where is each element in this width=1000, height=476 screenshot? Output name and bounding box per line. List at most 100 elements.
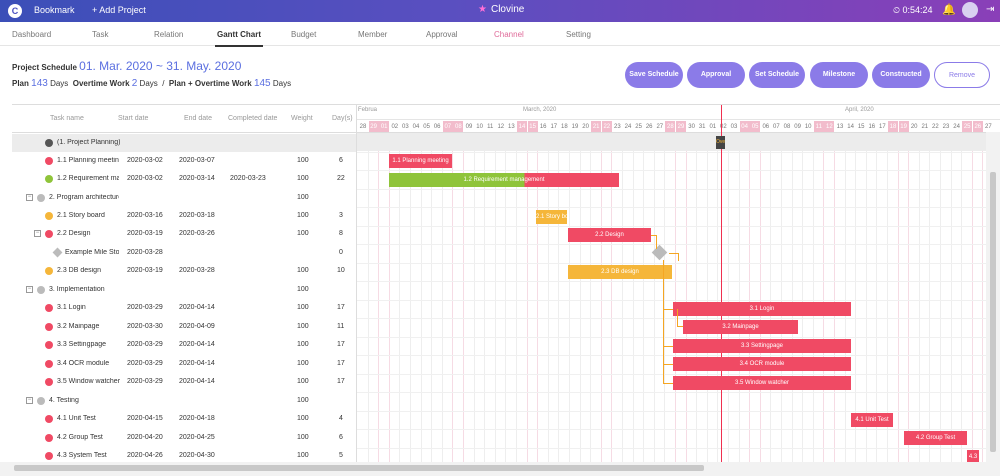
gantt-bar[interactable]: 3.1 Login <box>673 302 851 316</box>
start-date: 2020-03-19 <box>127 230 163 237</box>
main-tabs: Dashboard Task Relation Gantt Chart Budg… <box>0 22 1000 47</box>
tab-member[interactable]: Member <box>358 30 387 39</box>
total-days: 145 <box>253 78 271 89</box>
weight: 100 <box>297 157 309 164</box>
tab-setting[interactable]: Setting <box>566 30 591 39</box>
status-dot-icon <box>45 378 53 386</box>
table-row[interactable]: 3.4 OCR module 2020-03-29 2020-04-14 100… <box>12 355 356 373</box>
gantt-bar[interactable]: 2.1 Story board <box>536 210 567 224</box>
tab-task[interactable]: Task <box>92 30 108 39</box>
grid-column-line <box>367 133 369 463</box>
gantt-bar[interactable]: 2.2 Design <box>568 228 651 242</box>
table-row[interactable]: Example Mile Stone 2020-03-28 0 <box>12 244 356 262</box>
horizontal-scrollbar[interactable] <box>0 462 1000 476</box>
total-label: Plan + Overtime Work <box>168 79 252 88</box>
grid-row-line <box>357 225 1000 227</box>
app-logo-icon[interactable]: C <box>8 4 22 18</box>
save-schedule-button[interactable]: Save Schedule <box>625 62 683 88</box>
table-row[interactable]: 1.1 Planning meeting 2020-03-02 2020-03-… <box>12 152 356 170</box>
tab-budget[interactable]: Budget <box>291 30 316 39</box>
table-row[interactable]: 1.2 Requirement management 2020-03-02 20… <box>12 170 356 188</box>
grid-row-line <box>357 429 1000 430</box>
approval-button[interactable]: Approval <box>687 62 745 88</box>
add-project-link[interactable]: + Add Project <box>92 5 146 15</box>
gantt-bar[interactable]: 2.3 DB design <box>568 265 672 279</box>
table-row[interactable]: − 2.2 Design 2020-03-19 2020-03-26 100 8 <box>12 225 356 243</box>
table-row[interactable]: 4.2 Group Test 2020-04-20 2020-04-25 100… <box>12 429 356 447</box>
collapse-toggle-icon[interactable]: − <box>26 397 33 404</box>
plan-summary: Plan 143 Days Overtime Work 2 Days / Pla… <box>12 78 291 89</box>
table-row[interactable]: (1. Project Planning) <box>12 134 356 152</box>
gantt-bar[interactable]: 3.3 Settingpage <box>673 339 851 353</box>
task-name: 3.3 Settingpage <box>57 341 107 348</box>
constructed-button[interactable]: Constructed <box>872 62 930 88</box>
grid-column-line <box>717 133 719 463</box>
start-date: 2020-03-28 <box>127 249 163 256</box>
days: 17 <box>337 378 345 385</box>
table-row[interactable]: − 4. Testing 100 <box>12 392 356 410</box>
gantt-chart-area: Februa March, 2020 April, 2020 28 29 01 02 0… <box>357 105 1000 463</box>
gantt-bar[interactable]: 3.2 Mainpage <box>683 320 798 334</box>
weight: 100 <box>297 194 309 201</box>
header-completed-date[interactable]: Completed date <box>228 115 277 122</box>
gantt-bar[interactable]: 1.2 Requirement management <box>389 173 619 187</box>
header-start-date[interactable]: Start date <box>118 115 148 122</box>
tab-relation[interactable]: Relation <box>154 30 183 39</box>
grid-row-line <box>357 244 1000 245</box>
vertical-scrollbar[interactable] <box>986 132 1000 462</box>
scrollbar-thumb[interactable] <box>14 465 704 471</box>
gantt-bar[interactable]: 1.1 Planning meeting <box>389 154 452 168</box>
grid-row-line <box>357 392 1000 393</box>
table-row[interactable]: 4.1 Unit Test 2020-04-15 2020-04-18 100 … <box>12 410 356 428</box>
milestone-button[interactable]: Milestone <box>810 62 868 88</box>
collapse-toggle-icon[interactable]: − <box>26 286 33 293</box>
set-schedule-button[interactable]: Set Schedule <box>749 62 805 88</box>
grid-column-line <box>897 133 899 463</box>
header-days[interactable]: Day(s) <box>332 115 353 122</box>
gantt-bar[interactable]: 4.2 Group Test <box>904 431 967 445</box>
end-date: 2020-04-14 <box>179 304 215 311</box>
task-table-header: Task name Start date End date Completed … <box>12 105 356 133</box>
gantt-bar[interactable]: 4.1 Unit Test <box>851 413 893 427</box>
table-row[interactable]: 2.3 DB design 2020-03-19 2020-03-28 100 … <box>12 262 356 280</box>
start-date: 2020-04-20 <box>127 434 163 441</box>
table-row[interactable]: 3.5 Window watcher 2020-03-29 2020-04-14… <box>12 373 356 391</box>
start-date: 2020-04-26 <box>127 452 163 459</box>
brand-label: Clovine <box>490 4 525 15</box>
days: 17 <box>337 341 345 348</box>
collapse-toggle-icon[interactable]: − <box>26 194 33 201</box>
bookmark-link[interactable]: Bookmark <box>34 5 75 15</box>
gantt-bar[interactable]: 3.5 Window watcher <box>673 376 851 390</box>
tab-dashboard[interactable]: Dashboard <box>12 30 51 39</box>
weight: 100 <box>297 452 309 459</box>
dependency-arrow <box>663 272 673 384</box>
start-date: 2020-03-29 <box>127 360 163 367</box>
collapse-toggle-icon[interactable]: − <box>34 230 41 237</box>
table-row[interactable]: 3.1 Login 2020-03-29 2020-04-14 100 17 <box>12 299 356 317</box>
table-row[interactable]: − 3. Implementation 100 <box>12 281 356 299</box>
status-dot-icon <box>37 286 45 294</box>
tab-approval[interactable]: Approval <box>426 30 458 39</box>
table-row[interactable]: 3.3 Settingpage 2020-03-29 2020-04-14 10… <box>12 336 356 354</box>
tab-gantt-chart[interactable]: Gantt Chart <box>215 30 263 47</box>
logout-icon[interactable]: ⇥ <box>986 4 994 15</box>
bell-icon[interactable]: 🔔 <box>942 3 956 16</box>
task-name: 2.3 DB design <box>57 267 101 274</box>
header-end-date[interactable]: End date <box>184 115 212 122</box>
header-task-name[interactable]: Task name <box>50 115 84 122</box>
task-name: 3.2 Mainpage <box>57 323 100 330</box>
status-dot-icon <box>45 175 53 183</box>
start-date: 2020-03-02 <box>127 157 163 164</box>
header-weight[interactable]: Weight <box>291 115 313 122</box>
gantt-bar[interactable]: 3.4 OCR module <box>673 357 851 371</box>
table-row[interactable]: − 2. Program architecture 100 <box>12 189 356 207</box>
remove-button[interactable]: Remove <box>934 62 990 88</box>
table-row[interactable]: 2.1 Story board 2020-03-16 2020-03-18 10… <box>12 207 356 225</box>
avatar[interactable] <box>962 2 978 18</box>
weight: 100 <box>297 304 309 311</box>
grid-column-line <box>908 133 910 463</box>
table-row[interactable]: 3.2 Mainpage 2020-03-30 2020-04-09 100 1… <box>12 318 356 336</box>
schedule-info: Project Schedule 01. Mar. 2020 ~ 31. May… <box>12 59 241 73</box>
scrollbar-thumb[interactable] <box>990 172 996 452</box>
tab-channel[interactable]: Channel <box>494 30 524 39</box>
